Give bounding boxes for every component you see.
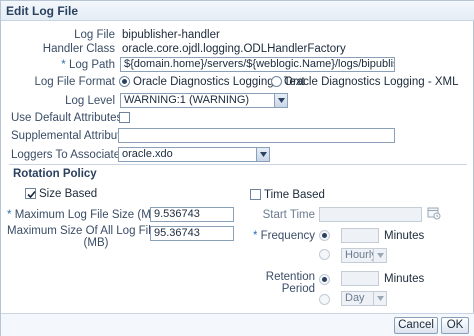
- ok-button[interactable]: OK: [441, 317, 469, 334]
- section-divider: [9, 164, 467, 165]
- frequency-unit-select[interactable]: Hourly: [341, 248, 387, 263]
- retention-period-label: Retention Period: [241, 271, 315, 295]
- required-marker: *: [252, 230, 258, 242]
- max-size-all-label-line1: Maximum Size Of All Log Files: [7, 225, 163, 237]
- frequency-label-text: Frequency: [260, 230, 315, 242]
- format-xml-label: Oracle Diagnostics Logging - XML: [284, 76, 459, 88]
- retention-minutes-label: Minutes: [384, 273, 425, 285]
- use-default-attributes-label: Use Default Attributes: [11, 112, 123, 124]
- log-level-label: Log Level: [65, 95, 115, 107]
- max-log-file-size-input[interactable]: 9.536743: [150, 207, 234, 222]
- edit-log-file-dialog: Edit Log File Log File bipublisher-handl…: [0, 0, 474, 336]
- dialog-title: Edit Log File: [6, 4, 78, 18]
- log-file-value: bipublisher-handler: [122, 29, 220, 41]
- format-text-radio[interactable]: [119, 76, 130, 87]
- handler-class-value: oracle.core.ojdl.logging.ODLHandlerFacto…: [122, 43, 346, 55]
- log-level-value: WARNING:1 (WARNING): [124, 94, 250, 106]
- retention-unit-value: Day: [345, 292, 365, 304]
- retention-unit-radio[interactable]: [319, 294, 330, 305]
- use-default-attributes-checkbox[interactable]: [119, 112, 130, 123]
- required-marker: *: [61, 59, 66, 71]
- time-based-label: Time Based: [264, 189, 325, 201]
- required-marker: *: [7, 209, 12, 221]
- start-time-input[interactable]: [319, 207, 422, 222]
- retention-period-label-line1: Retention: [265, 271, 315, 283]
- retention-period-label-line2: Period: [281, 283, 315, 295]
- retention-unit-select[interactable]: Day: [341, 291, 387, 306]
- frequency-unit-radio[interactable]: [319, 249, 330, 260]
- retention-minutes-input[interactable]: [341, 271, 379, 286]
- frequency-minutes-radio[interactable]: [319, 230, 330, 241]
- log-level-select[interactable]: WARNING:1 (WARNING): [120, 93, 288, 108]
- log-file-label: Log File: [74, 29, 115, 41]
- max-size-all-input[interactable]: 95.36743: [150, 226, 234, 241]
- start-time-label: Start Time: [262, 209, 315, 221]
- log-file-format-label: Log File Format: [34, 76, 115, 88]
- max-log-file-size-label: * Maximum Log File Size (MB): [7, 209, 162, 221]
- retention-minutes-radio[interactable]: [319, 274, 330, 285]
- frequency-minutes-label: Minutes: [384, 230, 425, 242]
- max-log-file-size-label-text: Maximum Log File Size (MB): [14, 209, 163, 221]
- checkmark-icon: [27, 190, 36, 199]
- format-xml-radio[interactable]: [271, 76, 282, 87]
- dialog-title-bar: Edit Log File: [1, 1, 474, 21]
- time-based-checkbox[interactable]: [250, 189, 261, 200]
- chevron-down-icon[interactable]: [256, 148, 269, 161]
- calendar-icon[interactable]: [427, 206, 441, 220]
- max-size-all-label-line2: (MB): [83, 237, 109, 249]
- log-path-input[interactable]: ${domain.home}/servers/${weblogic.Name}/…: [120, 57, 395, 72]
- log-path-label: * Log Path: [11, 59, 115, 71]
- size-based-checkbox[interactable]: [25, 188, 36, 199]
- chevron-down-icon[interactable]: [373, 249, 386, 262]
- log-path-label-text: Log Path: [68, 59, 115, 71]
- loggers-to-associate-value: oracle.xdo: [122, 148, 173, 160]
- frequency-minutes-input[interactable]: [341, 228, 379, 243]
- rotation-policy-title: Rotation Policy: [13, 168, 97, 180]
- cancel-button[interactable]: Cancel: [394, 317, 438, 334]
- chevron-down-icon[interactable]: [274, 94, 287, 107]
- loggers-to-associate-select[interactable]: oracle.xdo: [118, 147, 270, 162]
- handler-class-label: Handler Class: [42, 43, 115, 55]
- frequency-label: * Frequency: [241, 230, 315, 242]
- size-based-label: Size Based: [39, 188, 98, 200]
- supplemental-attributes-label: Supplemental Attributes: [11, 130, 133, 142]
- chevron-down-icon[interactable]: [373, 292, 386, 305]
- loggers-to-associate-label: Loggers To Associate: [11, 149, 121, 161]
- supplemental-attributes-input[interactable]: [118, 128, 395, 143]
- max-size-all-label: Maximum Size Of All Log Files (MB): [7, 225, 163, 249]
